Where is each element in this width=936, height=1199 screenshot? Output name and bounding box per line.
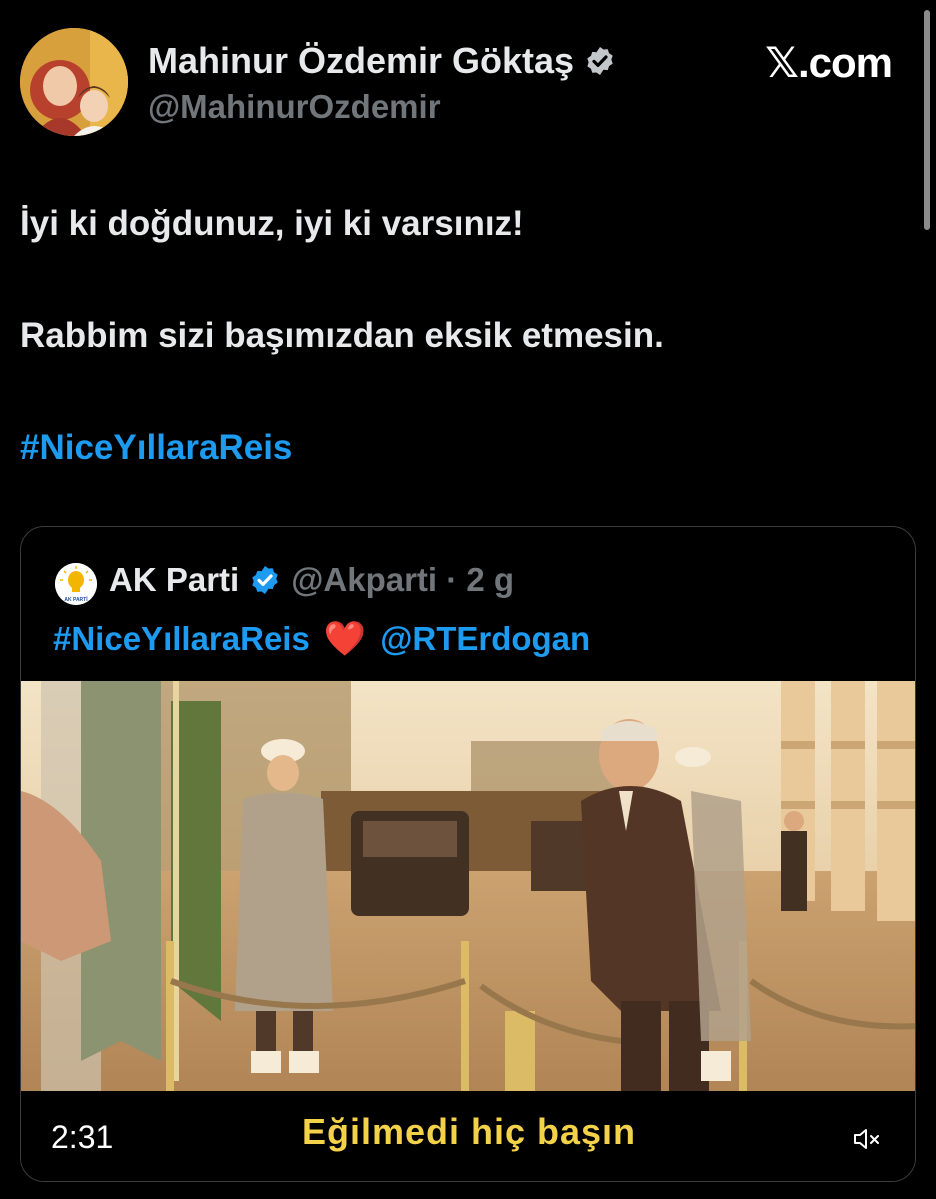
video-controls: 2:31 Eğilmedi hiç başın xyxy=(21,1091,915,1181)
verified-badge-icon xyxy=(587,47,613,75)
author-name-text[interactable]: Mahinur Özdemir Göktaş xyxy=(148,40,574,82)
quoted-tweet-card[interactable]: AK PARTİ AK Parti @Akparti · 2 g #NiceYı… xyxy=(20,526,916,1182)
verified-badge-icon xyxy=(252,566,278,594)
quoted-hashtag-link[interactable]: #NiceYıllaraReis xyxy=(53,620,310,658)
quoted-author-handle-time[interactable]: @Akparti · 2 g xyxy=(291,561,514,599)
mention-link[interactable]: @RTErdogan xyxy=(380,620,590,658)
mute-icon[interactable] xyxy=(853,1127,881,1151)
tweet-text-line-1: İyi ki doğdunuz, iyi ki varsınız! xyxy=(20,204,524,243)
quoted-tweet-header: AK Parti @Akparti · 2 g xyxy=(109,561,514,599)
tweet-text-line-2: Rabbim sizi başımızdan eksik etmesin. xyxy=(20,316,664,355)
heart-emoji: ❤️ xyxy=(323,620,367,658)
video-frame xyxy=(21,681,915,1091)
author-handle[interactable]: @MahinurOzdemir xyxy=(148,88,441,126)
video-subtitle: Eğilmedi hiç başın xyxy=(301,1111,637,1152)
ak-parti-avatar[interactable]: AK PARTİ xyxy=(55,563,97,605)
site-logo: 𝕏.com xyxy=(765,39,893,86)
tweet-hashtag-link[interactable]: #NiceYıllaraReis xyxy=(20,428,292,468)
video-player[interactable] xyxy=(21,681,915,1091)
author-avatar[interactable] xyxy=(20,28,128,136)
scrollbar[interactable] xyxy=(924,10,930,230)
quoted-author-name[interactable]: AK Parti xyxy=(109,561,239,599)
author-name[interactable]: Mahinur Özdemir Göktaş xyxy=(148,40,616,82)
ak-parti-logo-caption: AK PARTİ xyxy=(64,596,88,603)
ak-parti-logo: AK PARTİ xyxy=(55,563,97,605)
quoted-tweet-text: #NiceYıllaraReis ❤️ @RTErdogan xyxy=(53,619,590,659)
